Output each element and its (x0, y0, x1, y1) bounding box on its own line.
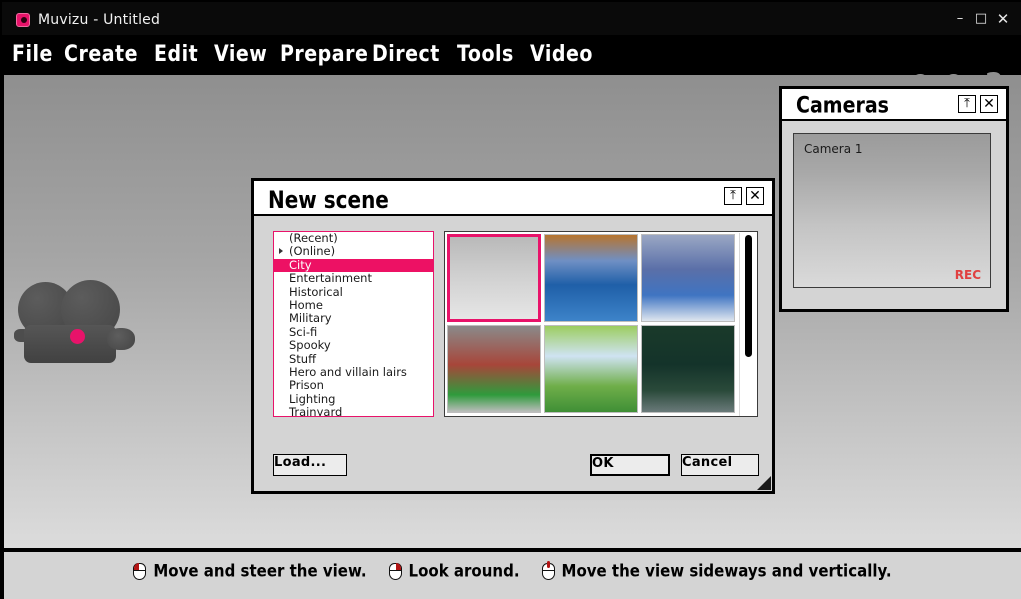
category-item-recent[interactable]: (Recent) (274, 232, 433, 245)
category-item-stuff[interactable]: Stuff (274, 351, 433, 366)
mouse-hints: Move and steer the view. Look around. Move… (4, 560, 1021, 581)
camera-body (24, 325, 116, 363)
mouse-hint-text: Move the view sideways and vertically. (561, 561, 892, 581)
category-item-entertainment[interactable]: Entertainment (274, 271, 433, 286)
mouse-left-button-icon (133, 562, 147, 580)
titlebar: Muvizu - Untitled – □ ✕ (2, 2, 1021, 35)
dialog-header[interactable]: New scene ⤒ ✕ (254, 181, 772, 216)
close-icon[interactable]: ✕ (746, 187, 764, 205)
category-item-label: (Online) (289, 244, 336, 259)
category-item-lighting[interactable]: Lighting (274, 391, 433, 406)
mouse-hint-text: Move and steer the view. (153, 561, 367, 581)
category-item-prison[interactable]: Prison (274, 379, 433, 392)
camera-selection-dot (70, 329, 85, 344)
scene-thumbnail-dark-green-alley[interactable] (641, 325, 735, 413)
scene-thumbnail-city-archway-snow[interactable] (641, 234, 735, 322)
mouse-hint-text: Look around. (408, 561, 520, 581)
category-item-label: (Recent) (289, 231, 338, 245)
cameras-panel-header[interactable]: Cameras ⤒ ✕ (782, 89, 1006, 121)
category-item-home[interactable]: Home (274, 297, 433, 312)
category-item-label: Trainyard (289, 405, 343, 417)
mouse-middle-button-icon (541, 560, 555, 580)
muvizu-logo-icon (16, 13, 30, 27)
scene-thumbnail-empty-scene[interactable] (447, 234, 541, 322)
category-item-label: Hero and villain lairs (289, 364, 407, 379)
camera-preview[interactable]: Camera 1 REC (793, 133, 991, 288)
category-item-label: Home (289, 297, 323, 312)
category-item-city[interactable]: City (274, 257, 433, 273)
category-item-label: Entertainment (289, 271, 372, 286)
load-button[interactable]: Load... (273, 454, 347, 476)
scene-thumbnail-grey-rooftops[interactable] (447, 416, 541, 417)
menu-item-view[interactable]: View (214, 41, 267, 67)
menu-item-file[interactable]: File (12, 41, 53, 67)
menu-item-create[interactable]: Create (64, 41, 138, 67)
window-title: Muvizu - Untitled (38, 12, 161, 28)
minimize-button[interactable]: – (953, 12, 967, 27)
category-item-military[interactable]: Military (274, 312, 433, 325)
ok-button[interactable]: OK (590, 454, 670, 476)
camera-lens (107, 328, 135, 350)
thumbnail-scrollbar[interactable] (739, 233, 756, 416)
category-item-trainyard[interactable]: Trainyard (274, 405, 433, 417)
category-item-label: Sci-fi (289, 324, 318, 339)
cancel-button[interactable]: Cancel (681, 454, 759, 476)
pin-icon[interactable]: ⤒ (958, 95, 976, 113)
close-button[interactable]: ✕ (996, 12, 1010, 27)
camera-name-label: Camera 1 (804, 142, 863, 156)
maximize-button[interactable]: □ (974, 12, 988, 27)
muvizu-application-window: Muvizu - Untitled – □ ✕ ↶ ↷ ? FileCreate… (0, 0, 1021, 599)
mouse-hint: Move the view sideways and vertically. (541, 560, 892, 581)
scene-thumbnail-panel[interactable] (444, 231, 758, 417)
movie-camera-model[interactable] (12, 280, 142, 375)
mouse-hint: Move and steer the view. (133, 561, 367, 581)
category-list[interactable]: (Recent) (Online) City Entertainment Histori… (273, 231, 434, 417)
menu-item-tools[interactable]: Tools (457, 41, 514, 67)
menu-item-video[interactable]: Video (530, 41, 593, 67)
menubar: ↶ ↷ ? FileCreateEditViewPrepareDirectToo… (2, 35, 1021, 102)
category-item-sci-fi[interactable]: Sci-fi (274, 324, 433, 339)
scene-thumbnail-city-street-day[interactable] (544, 234, 638, 322)
scrollbar-thumb[interactable] (745, 235, 752, 357)
menu-item-direct[interactable]: Direct (372, 41, 440, 67)
record-indicator[interactable]: REC (955, 268, 981, 282)
scene-thumbnail-park-with-tree[interactable] (544, 325, 638, 413)
statusbar: Move and steer the view. Look around. Move… (4, 552, 1021, 599)
pin-icon[interactable]: ⤒ (724, 187, 742, 205)
cameras-panel-title: Cameras (796, 93, 889, 119)
mouse-hint: Look around. (388, 561, 520, 581)
scene-thumbnail-blue-plaza[interactable] (544, 416, 638, 417)
category-item-label: Prison (289, 378, 324, 393)
category-item-online[interactable]: (Online) (274, 245, 433, 258)
resize-grip[interactable] (757, 476, 771, 490)
scene-thumbnail-brick-warehouse[interactable] (447, 325, 541, 413)
cameras-panel: Cameras ⤒ ✕ Camera 1 REC (779, 86, 1009, 312)
category-item-spooky[interactable]: Spooky (274, 338, 433, 353)
category-item-label: Military (289, 311, 332, 326)
category-item-label: City (289, 257, 312, 272)
close-icon[interactable]: ✕ (980, 95, 998, 113)
category-item-label: Spooky (289, 338, 331, 353)
category-item-label: Stuff (289, 351, 317, 366)
mouse-right-button-icon (388, 562, 402, 580)
scene-thumbnail-night-street[interactable] (641, 416, 735, 417)
category-item-label: Lighting (289, 391, 336, 406)
category-item-hero-and-villain-lairs[interactable]: Hero and villain lairs (274, 364, 433, 379)
dialog-title: New scene (268, 185, 389, 214)
category-item-label: Historical (289, 284, 343, 299)
expand-arrow-icon[interactable] (279, 248, 283, 255)
category-item-historical[interactable]: Historical (274, 284, 433, 299)
menu-item-edit[interactable]: Edit (154, 41, 198, 67)
thumbnail-grid (447, 234, 743, 417)
new-scene-dialog: New scene ⤒ ✕ (Recent) (Online) City Entert… (251, 178, 775, 494)
menu-item-prepare[interactable]: Prepare (280, 41, 368, 67)
